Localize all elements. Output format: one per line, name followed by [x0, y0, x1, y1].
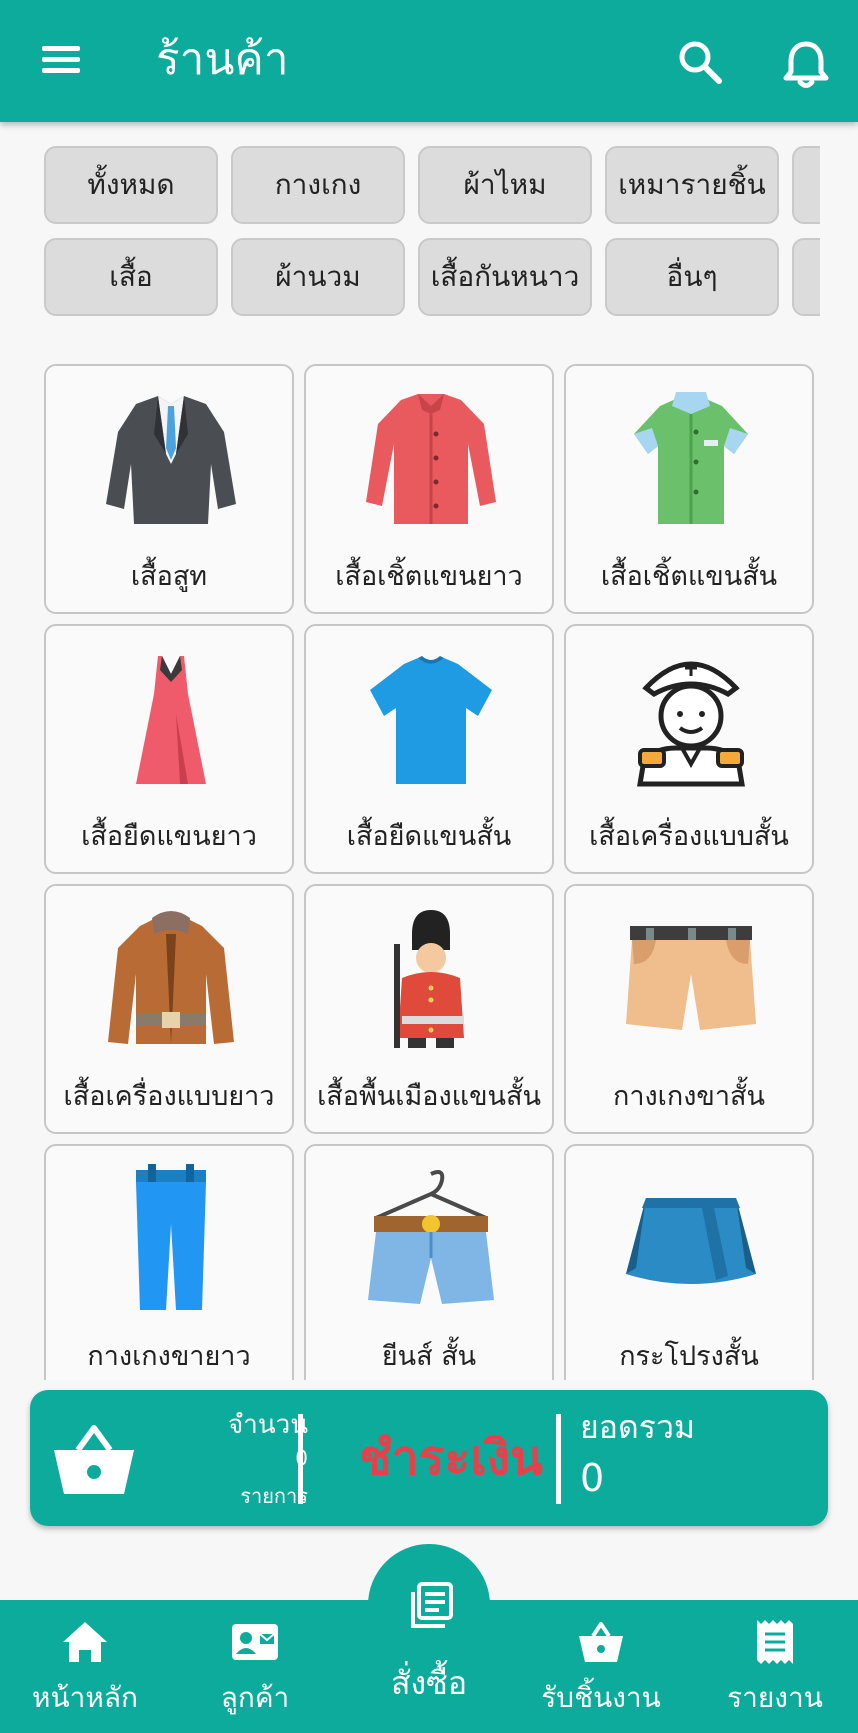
nav-item-order[interactable]: สั่งซื้อ [364, 1552, 494, 1702]
contact-card-icon [232, 1624, 278, 1660]
home-icon [63, 1622, 107, 1662]
nav-label: รายงาน [727, 1681, 823, 1714]
search-icon[interactable] [674, 36, 726, 88]
receipt-icon [757, 1620, 793, 1664]
product-label: เสื้อเครื่องแบบยาว [63, 1081, 275, 1112]
page-title: ร้านค้า [156, 34, 289, 85]
long-sleeve-shirt-icon [366, 394, 496, 524]
skirt-icon [626, 1198, 756, 1284]
shorts-icon [626, 926, 756, 1030]
product-card[interactable]: เสื้อยืดแขนยาว [44, 624, 294, 874]
category-chip-all[interactable]: ทั้งหมด [44, 146, 218, 224]
product-card[interactable]: เสื้อพื้นเมืองแขนสั้น [304, 884, 554, 1134]
sailor-uniform-icon [637, 661, 745, 787]
category-chip-other[interactable]: อื่นๆ [605, 238, 779, 316]
category-chip-silk[interactable]: ผ้าไหม [418, 146, 592, 224]
category-chip-per-piece[interactable]: เหมารายชิ้น [605, 146, 779, 224]
checkout-bar: จำนวน 0 รายการ ชำระเงิน ยอดรวม 0 [30, 1390, 828, 1526]
product-card[interactable]: เสื้อยืดแขนสั้น [304, 624, 554, 874]
product-card[interactable]: กระโปรงสั้น [564, 1144, 814, 1380]
product-card[interactable]: เสื้อเครื่องแบบสั้น [564, 624, 814, 874]
product-card[interactable]: กางเกงขาสั้น [564, 884, 814, 1134]
product-label: ยีนส์ สั้น [381, 1341, 477, 1372]
category-chip-sweater[interactable]: เสื้อกันหนาว [418, 238, 592, 316]
order-list-icon [411, 1582, 453, 1628]
category-chip-more-2[interactable] [792, 238, 820, 316]
product-label: เสื้อพื้นเมืองแขนสั้น [317, 1081, 541, 1112]
product-label: กางเกงขายาว [87, 1341, 251, 1372]
royal-guard-icon [394, 910, 464, 1048]
product-label: เสื้อยืดแขนสั้น [346, 821, 512, 852]
menu-button[interactable] [38, 40, 84, 80]
nav-item-receive[interactable]: รับชิ้นงาน [536, 1604, 666, 1730]
pay-button[interactable]: ชำระเงิน [336, 1418, 566, 1498]
product-label: เสื้อเชิ้ตแขนสั้น [600, 561, 778, 592]
bell-icon[interactable] [778, 36, 834, 92]
product-label: เสื้อเครื่องแบบสั้น [589, 821, 789, 852]
basket-icon[interactable] [50, 1420, 138, 1500]
quantity-label: จำนวน [228, 1410, 308, 1440]
product-grid: เสื้อสูท เสื้อเชิ้ตแขนยาว เสื้อเชิ้ตแขนส… [44, 364, 816, 1380]
category-filter: ทั้งหมด กางเกง ผ้าไหม เหมารายชิ้น เสื้อ … [44, 146, 820, 316]
t-shirt-icon [370, 656, 492, 784]
trousers-icon [136, 1164, 206, 1310]
nav-item-report[interactable]: รายงาน [710, 1604, 840, 1730]
product-card[interactable]: เสื้อเครื่องแบบยาว [44, 884, 294, 1134]
divider [298, 1414, 303, 1504]
product-label: เสื้อเชิ้ตแขนยาว [335, 561, 523, 592]
product-card[interactable]: ยีนส์ สั้น [304, 1144, 554, 1380]
quantity-unit: รายการ [240, 1484, 308, 1508]
total-value: 0 [580, 1456, 605, 1500]
product-card[interactable]: กางเกงขายาว [44, 1144, 294, 1380]
jeans-shorts-icon [368, 1170, 494, 1304]
nav-label: หน้าหลัก [32, 1681, 138, 1714]
product-card[interactable]: เสื้อเชิ้ตแขนสั้น [564, 364, 814, 614]
product-card[interactable]: เสื้อสูท [44, 364, 294, 614]
suit-icon [106, 396, 236, 524]
divider [556, 1414, 561, 1504]
quantity-value: 0 [190, 1446, 308, 1470]
basket-icon [579, 1622, 623, 1662]
dress-icon [136, 656, 206, 784]
category-chip-more[interactable] [792, 146, 820, 224]
app-root: ร้านค้า 0 ทั้งหมด กางเกง ผ้าไหม เหมารายช… [0, 0, 858, 1733]
short-sleeve-shirt-icon [634, 392, 748, 524]
nav-label: สั่งซื้อ [390, 1664, 468, 1702]
product-card[interactable]: เสื้อเชิ้ตแขนยาว [304, 364, 554, 614]
nav-item-home[interactable]: หน้าหลัก [20, 1604, 150, 1730]
leather-jacket-icon [108, 911, 234, 1044]
category-chip-shirt[interactable]: เสื้อ [44, 238, 218, 316]
nav-label: รับชิ้นงาน [541, 1681, 661, 1714]
nav-label: ลูกค้า [220, 1681, 290, 1714]
category-chip-quilt[interactable]: ผ้านวม [231, 238, 405, 316]
product-label: กางเกงขาสั้น [612, 1081, 765, 1112]
product-label: กระโปรงสั้น [619, 1341, 759, 1372]
product-label: เสื้อยืดแขนยาว [81, 821, 257, 852]
product-label: เสื้อสูท [130, 561, 208, 592]
top-app-bar: ร้านค้า [0, 0, 858, 122]
nav-item-customer[interactable]: ลูกค้า [190, 1604, 320, 1730]
total-label: ยอดรวม [580, 1408, 695, 1446]
category-chip-pants[interactable]: กางเกง [231, 146, 405, 224]
